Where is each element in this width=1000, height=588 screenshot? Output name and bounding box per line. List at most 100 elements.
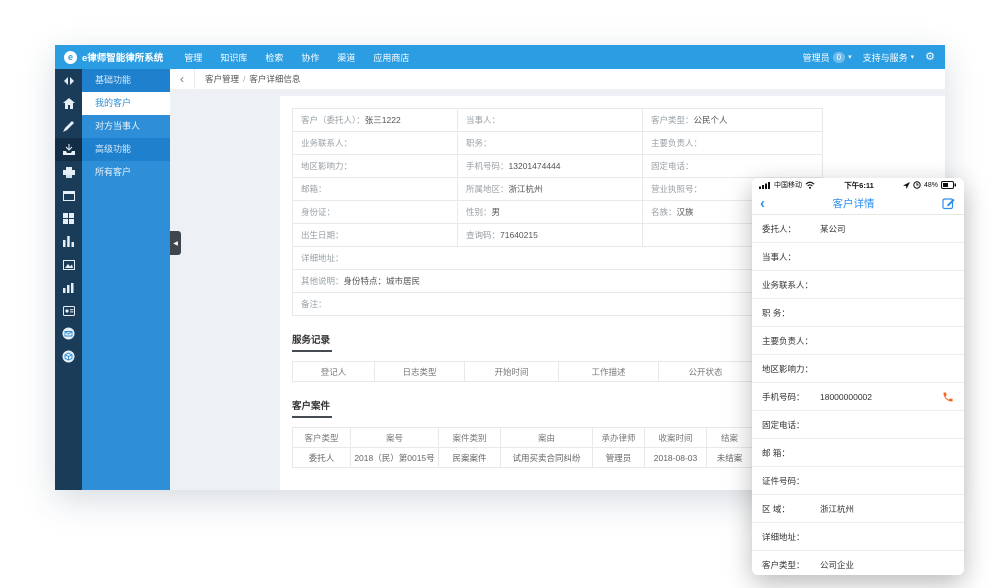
table-row: 客户（委托人）：张三1222 当事人： 客户类型：公民个人 bbox=[293, 109, 823, 132]
phone-field-row[interactable]: 地区影响力： bbox=[752, 355, 964, 383]
detail-cell: 当事人： bbox=[458, 109, 643, 132]
detail-cell: 邮箱： bbox=[293, 178, 458, 201]
table-row[interactable]: 委托人 2018（民）第0015号 民案案件 试用买卖合同纠纷 管理员 2018… bbox=[293, 448, 753, 468]
nav-item-channel[interactable]: 渠道 bbox=[328, 45, 364, 69]
equalizer-icon[interactable] bbox=[55, 230, 82, 253]
phone-header: ‹ 客户详情 bbox=[752, 192, 964, 215]
case-cell: 民案案件 bbox=[439, 448, 501, 468]
detail-cell: 客户（委托人）：张三1222 bbox=[293, 109, 458, 132]
breadcrumb-current: 客户详细信息 bbox=[249, 73, 300, 85]
id-badge-icon[interactable] bbox=[55, 299, 82, 322]
sidebar-header-advanced: 高级功能 bbox=[82, 138, 170, 161]
breadcrumb-bar: ‹ 客户管理 / 客户详细信息 bbox=[170, 69, 945, 90]
breadcrumb-parent[interactable]: 客户管理 bbox=[205, 73, 239, 85]
battery-percent: 48% bbox=[924, 182, 938, 189]
detail-cell: 出生日期： bbox=[293, 224, 458, 247]
sidebar-collapse-handle[interactable]: ◀ bbox=[170, 231, 181, 255]
image-upload-icon[interactable] bbox=[55, 253, 82, 276]
status-right: 48% bbox=[903, 181, 957, 189]
column-header: 案由 bbox=[501, 428, 593, 448]
sidebar-item-opposing-party[interactable]: 对方当事人 bbox=[82, 115, 170, 138]
inbox-download-icon[interactable] bbox=[55, 138, 82, 161]
detail-cell: 手机号码：13201474444 bbox=[458, 155, 643, 178]
signal-bars-icon bbox=[759, 181, 771, 189]
detail-cell: 详细地址： bbox=[293, 247, 823, 270]
nav-item-knowledge[interactable]: 知识库 bbox=[211, 45, 256, 69]
bar-chart-icon[interactable] bbox=[55, 276, 82, 299]
location-icon bbox=[903, 182, 910, 189]
case-cell: 管理员 bbox=[593, 448, 645, 468]
status-time: 下午6:11 bbox=[815, 180, 903, 191]
phone-mockup: 中国移动 下午6:11 48% ‹ 客户详情 委托人：某公司 当事人： 业务联系… bbox=[752, 178, 964, 575]
gear-icon[interactable]: ⚙ bbox=[925, 52, 935, 63]
phone-field-row[interactable]: 区 域：浙江杭州 bbox=[752, 495, 964, 523]
nav-item-search[interactable]: 检索 bbox=[256, 45, 292, 69]
top-navbar: e e律师智能律所系统 管理 知识库 检索 协作 渠道 应用商店 管理员 0 ▾… bbox=[55, 45, 945, 69]
nav-item-appstore[interactable]: 应用商店 bbox=[364, 45, 418, 69]
detail-cell: 客户类型：公民个人 bbox=[643, 109, 823, 132]
home-icon[interactable] bbox=[55, 92, 82, 115]
brush-icon[interactable] bbox=[55, 115, 82, 138]
alarm-icon bbox=[913, 181, 921, 189]
logo-icon: e bbox=[64, 51, 77, 64]
nav-item-collaboration[interactable]: 协作 bbox=[292, 45, 328, 69]
phone-field-row-mobile[interactable]: 手机号码：18000000002 bbox=[752, 383, 964, 411]
phone-field-row[interactable]: 固定电话： bbox=[752, 411, 964, 439]
grid-icon[interactable] bbox=[55, 207, 82, 230]
column-header: 案件类别 bbox=[439, 428, 501, 448]
mail-circle-icon[interactable] bbox=[55, 322, 82, 345]
phone-field-row[interactable]: 详细地址： bbox=[752, 523, 964, 551]
service-records-table: 登记人 日志类型 开始时间 工作描述 公开状态 bbox=[292, 361, 753, 382]
sidebar-submenu: 基础功能 我的客户 对方当事人 高级功能 所有客户 bbox=[82, 69, 170, 490]
phone-field-row[interactable]: 客户类型：公司企业 bbox=[752, 551, 964, 575]
printer-icon[interactable] bbox=[55, 161, 82, 184]
detail-cell: 主要负责人： bbox=[643, 132, 823, 155]
brand-title: e律师智能律所系统 bbox=[82, 50, 163, 64]
table-row: 备注： bbox=[293, 293, 823, 316]
card-panel-icon[interactable] bbox=[55, 184, 82, 207]
carrier-label: 中国移动 bbox=[774, 180, 802, 190]
column-header: 工作描述 bbox=[559, 362, 659, 382]
sidebar-item-my-clients[interactable]: 我的客户 bbox=[82, 92, 170, 115]
column-header: 公开状态 bbox=[659, 362, 753, 382]
detail-cell: 其他说明：身份特点：城市居民 bbox=[293, 270, 823, 293]
edit-icon[interactable] bbox=[942, 196, 956, 210]
brand: e e律师智能律所系统 bbox=[55, 50, 175, 64]
column-header: 登记人 bbox=[293, 362, 375, 382]
table-row: 出生日期： 查询码：71640215 bbox=[293, 224, 823, 247]
customer-detail-table: 客户（委托人）：张三1222 当事人： 客户类型：公民个人 业务联系人： 职务：… bbox=[292, 108, 823, 316]
icon-rail bbox=[55, 69, 82, 490]
table-row: 身份证： 性别：男 名族：汉族 bbox=[293, 201, 823, 224]
admin-badge: 0 bbox=[833, 52, 845, 63]
case-cell: 2018-08-03 bbox=[645, 448, 707, 468]
phone-field-row[interactable]: 证件号码： bbox=[752, 467, 964, 495]
chevron-down-icon: ▾ bbox=[848, 53, 852, 61]
case-cell: 委托人 bbox=[293, 448, 351, 468]
phone-field-row[interactable]: 委托人：某公司 bbox=[752, 215, 964, 243]
nav-item-manage[interactable]: 管理 bbox=[175, 45, 211, 69]
phone-field-row[interactable]: 邮 箱： bbox=[752, 439, 964, 467]
phone-field-row[interactable]: 业务联系人： bbox=[752, 271, 964, 299]
detail-cell: 身份证： bbox=[293, 201, 458, 224]
phone-page-title: 客户详情 bbox=[765, 196, 942, 211]
detail-cell: 业务联系人： bbox=[293, 132, 458, 155]
cube-icon[interactable] bbox=[55, 345, 82, 368]
phone-field-row[interactable]: 主要负责人： bbox=[752, 327, 964, 355]
table-row: 详细地址： bbox=[293, 247, 823, 270]
phone-field-row[interactable]: 当事人： bbox=[752, 243, 964, 271]
column-header: 日志类型 bbox=[375, 362, 465, 382]
call-icon[interactable] bbox=[942, 391, 954, 403]
support-dropdown[interactable]: 支持与服务 ▾ bbox=[863, 51, 915, 64]
sidebar-item-all-clients[interactable]: 所有客户 bbox=[82, 161, 170, 184]
breadcrumb-separator: / bbox=[243, 74, 245, 84]
phone-field-row[interactable]: 职 务： bbox=[752, 299, 964, 327]
column-header: 结案 bbox=[707, 428, 753, 448]
sidebar-header-basic: 基础功能 bbox=[82, 69, 170, 92]
collapse-arrows-icon[interactable] bbox=[55, 69, 82, 92]
table-row: 业务联系人： 职务： 主要负责人： bbox=[293, 132, 823, 155]
admin-dropdown[interactable]: 管理员 0 ▾ bbox=[803, 51, 852, 64]
case-cell: 试用买卖合同纠纷 bbox=[501, 448, 593, 468]
table-row: 地区影响力： 手机号码：13201474444 固定电话： bbox=[293, 155, 823, 178]
column-header: 开始时间 bbox=[465, 362, 559, 382]
back-chevron-icon[interactable]: ‹ bbox=[170, 69, 195, 89]
